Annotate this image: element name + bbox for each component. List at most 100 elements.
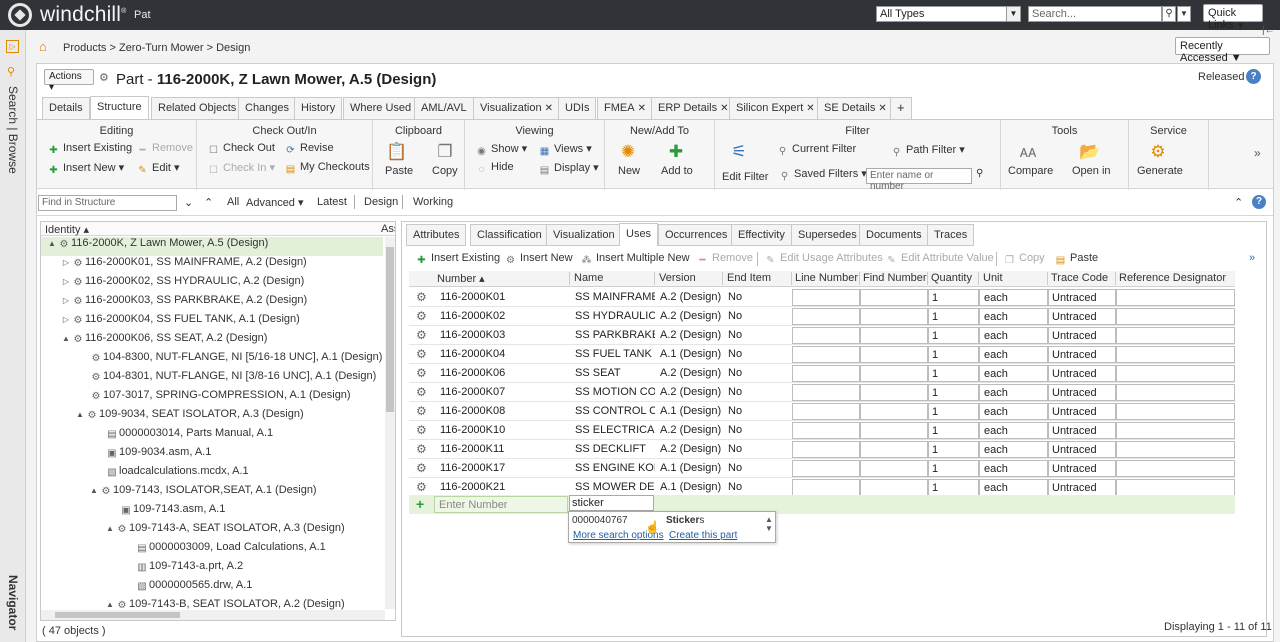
tab-history[interactable]: History (294, 97, 343, 119)
find-chevron-up-icon[interactable]: ⌃ (204, 196, 213, 209)
unit-field[interactable]: each (979, 479, 1048, 496)
copy-button[interactable]: Copy (432, 165, 458, 177)
revise-button[interactable]: ⟳ Revise (284, 142, 333, 157)
collapse-icon[interactable]: ▲ (105, 600, 115, 609)
tree-row[interactable]: ⚙ 104-8300, NUT-FLANGE, NI [5/16-18 UNC],… (41, 351, 383, 370)
display-button[interactable]: ▤ Display ▾ (538, 161, 599, 177)
line-number-field[interactable] (792, 441, 860, 458)
line-number-field[interactable] (792, 403, 860, 420)
collapse-icon[interactable]: ▲ (75, 410, 85, 419)
tab-structure[interactable]: Structure (90, 96, 149, 119)
saved-filters-button[interactable]: ⚲ Saved Filters ▾ (778, 167, 867, 183)
insert-new-button[interactable]: ✚ Insert New ▾ (47, 161, 124, 177)
reference-designator-field[interactable] (1116, 289, 1235, 306)
filter-name-input[interactable]: Enter name or number (866, 168, 972, 192)
find-number-field[interactable] (860, 346, 928, 363)
tab-silicon-expert[interactable]: Silicon Expert ✕ (729, 97, 822, 119)
find-number-field[interactable] (860, 441, 928, 458)
home-icon[interactable]: ⌂ (39, 39, 53, 54)
expand-panel-icon[interactable]: ▷ (6, 40, 19, 53)
recently-accessed-dropdown[interactable]: Recently Accessed ▼ (1175, 37, 1270, 64)
column-line-number[interactable]: Line Number (795, 272, 858, 284)
trace-code-field[interactable]: Untraced (1048, 479, 1116, 496)
current-filter-button[interactable]: ⚲ Current Filter (776, 143, 856, 158)
collapse-icon[interactable]: ▲ (89, 486, 99, 495)
views-button[interactable]: ▦ Views ▾ (538, 142, 592, 158)
find-number-field[interactable] (860, 308, 928, 325)
help-icon[interactable]: ? (1252, 195, 1266, 209)
expand-icon[interactable]: ▷ (61, 315, 71, 324)
table-row[interactable]: ⚙ 116-2000K10 SS ELECTRICAL A.2 (Design) No 1… (409, 421, 1235, 440)
unit-field[interactable]: each (979, 289, 1048, 306)
find-chevron-down-icon[interactable]: ⌄ (184, 196, 193, 209)
quantity-field[interactable]: 1 (928, 365, 979, 382)
scroll-thumb[interactable] (55, 612, 180, 618)
tab-aml-avl[interactable]: AML/AVL (414, 97, 474, 119)
find-number-field[interactable] (860, 422, 928, 439)
find-all-button[interactable]: All (227, 196, 239, 208)
cell-number[interactable]: 116-2000K11 (440, 443, 504, 455)
navigator-label[interactable]: Navigator (6, 575, 20, 630)
cell-number[interactable]: 116-2000K03 (440, 329, 505, 341)
uses-paste-button[interactable]: ▤ Paste (1054, 252, 1098, 267)
collapse-icon[interactable]: ▲ (47, 239, 57, 248)
tab-occurrences[interactable]: Occurrences (658, 224, 735, 246)
working-link[interactable]: Working (413, 196, 453, 208)
line-number-field[interactable] (792, 460, 860, 477)
name-input[interactable]: sticker (569, 495, 654, 511)
path-filter-button[interactable]: ⚲ Path Filter ▾ (890, 143, 965, 159)
check-in-button[interactable]: ☐ Check In ▾ (207, 161, 275, 177)
advanced-button[interactable]: Advanced ▾ (246, 196, 304, 209)
tab-erp-details[interactable]: ERP Details ✕ (651, 97, 736, 119)
line-number-field[interactable] (792, 346, 860, 363)
help-icon[interactable]: ? (1246, 69, 1261, 84)
scroll-arrows-icon[interactable]: ▲ ▼ (765, 515, 773, 533)
trace-code-field[interactable]: Untraced (1048, 346, 1116, 363)
search-icon[interactable]: ⚲ (7, 65, 15, 78)
tab-where-used[interactable]: Where Used (343, 97, 419, 119)
tree-row[interactable]: ▲ ⚙ 109-7143-A, SEAT ISOLATOR, A.3 (Design… (41, 522, 383, 541)
tree-row[interactable]: ▣ 109-9034.asm, A.1 (41, 446, 383, 465)
expand-icon[interactable]: ▷ (61, 258, 71, 267)
suggestion-name[interactable]: Stickers (666, 515, 704, 526)
toolbar-more-icon[interactable]: » (1254, 146, 1261, 160)
quantity-field[interactable]: 1 (928, 422, 979, 439)
expand-icon[interactable]: ▷ (61, 296, 71, 305)
find-number-field[interactable] (860, 289, 928, 306)
trace-code-field[interactable]: Untraced (1048, 403, 1116, 420)
reference-designator-field[interactable] (1116, 441, 1235, 458)
actions-button[interactable]: Actions ▾ (44, 69, 94, 93)
column-assembly[interactable]: Ass (381, 223, 395, 235)
tab-visualization[interactable]: Visualization ✕ (473, 97, 560, 119)
tree-row[interactable]: ▷ ⚙ 116-2000K03, SS PARKBRAKE, A.2 (Design… (41, 294, 383, 313)
cell-number[interactable]: 116-2000K21 (440, 481, 505, 493)
trace-code-field[interactable]: Untraced (1048, 422, 1116, 439)
table-row[interactable]: ⚙ 116-2000K04 SS FUEL TANK A.1 (Design) No 1 e… (409, 345, 1235, 364)
tree-row[interactable]: ▲ ⚙ 116-2000K06, SS SEAT, A.2 (Design) (41, 332, 383, 351)
table-row[interactable]: ⚙ 116-2000K02 SS HYDRAULIC A.2 (Design) No 1 e… (409, 307, 1235, 326)
trace-code-field[interactable]: Untraced (1048, 460, 1116, 477)
reference-designator-field[interactable] (1116, 308, 1235, 325)
breadcrumb-context[interactable]: Design (216, 42, 250, 54)
add-tab-button[interactable]: + (890, 97, 912, 119)
table-row[interactable]: ⚙ 116-2000K01 SS MAINFRAME A.2 (Design) No 1 e… (409, 288, 1235, 307)
reference-designator-field[interactable] (1116, 384, 1235, 401)
tab-attributes[interactable]: Attributes (406, 224, 467, 246)
tab-udis[interactable]: UDIs (558, 97, 597, 119)
close-icon[interactable]: ✕ (638, 103, 646, 114)
generate-button[interactable]: Generate (1137, 165, 1183, 177)
search-options-chevron-icon[interactable]: ▼ (1177, 6, 1191, 22)
insert-multiple-new-button[interactable]: ⁂ Insert Multiple New (580, 252, 690, 267)
user-name[interactable]: Pat (134, 9, 151, 21)
close-icon[interactable]: ✕ (720, 103, 728, 114)
global-search-input[interactable]: Search... (1028, 6, 1162, 22)
tab-details[interactable]: Details (42, 97, 90, 119)
tree-vertical-scrollbar[interactable] (385, 237, 395, 609)
my-checkouts-button[interactable]: ▤ My Checkouts (284, 161, 370, 176)
quantity-field[interactable]: 1 (928, 479, 979, 496)
tree-horizontal-scrollbar[interactable] (41, 610, 385, 620)
table-row[interactable]: ⚙ 116-2000K11 SS DECKLIFT A.2 (Design) No 1 ea… (409, 440, 1235, 459)
table-row[interactable]: ⚙ 116-2000K03 SS PARKBRAKE A.2 (Design) No 1 e… (409, 326, 1235, 345)
line-number-field[interactable] (792, 384, 860, 401)
column-end-item[interactable]: End Item (727, 272, 771, 284)
